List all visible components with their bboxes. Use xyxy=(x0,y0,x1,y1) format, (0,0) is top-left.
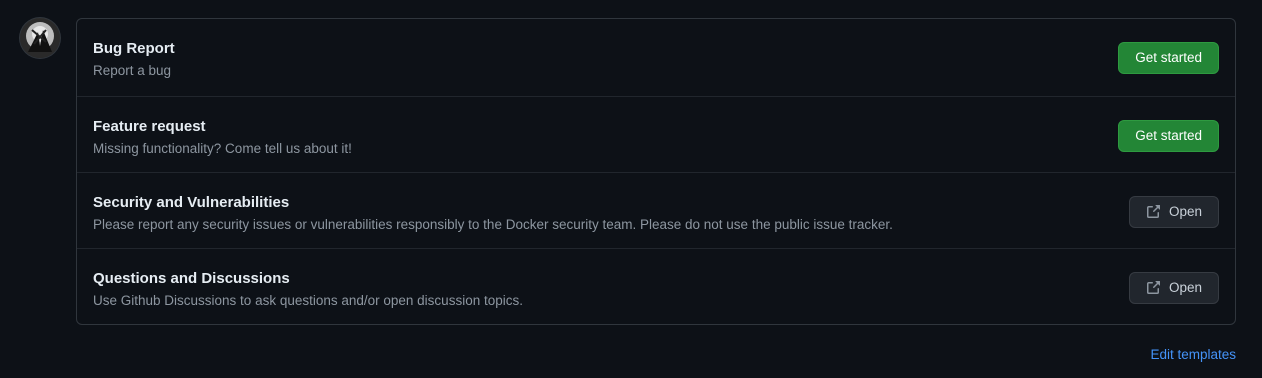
template-description: Use Github Discussions to ask questions … xyxy=(93,293,523,308)
get-started-button[interactable]: Get started xyxy=(1118,42,1219,74)
template-title: Questions and Discussions xyxy=(93,270,290,287)
open-external-button[interactable]: Open xyxy=(1128,272,1219,304)
template-row-bug-report: Bug Report Report a bug Get started xyxy=(77,19,1235,96)
template-title: Feature request xyxy=(93,118,206,135)
open-button-label: Open xyxy=(1168,204,1202,219)
link-external-icon xyxy=(1145,204,1161,220)
avatar[interactable] xyxy=(20,18,60,58)
template-row-security: Security and Vulnerabilities Please repo… xyxy=(77,172,1235,248)
open-external-button[interactable]: Open xyxy=(1128,196,1219,228)
template-description: Please report any security issues or vul… xyxy=(93,217,893,232)
open-button-label: Open xyxy=(1168,280,1202,295)
template-row-questions: Questions and Discussions Use Github Dis… xyxy=(77,248,1235,324)
template-title: Bug Report xyxy=(93,40,175,57)
template-description: Missing functionality? Come tell us abou… xyxy=(93,141,352,156)
edit-templates-link[interactable]: Edit templates xyxy=(1150,347,1236,362)
template-title: Security and Vulnerabilities xyxy=(93,194,290,211)
template-row-feature-request: Feature request Missing functionality? C… xyxy=(77,96,1235,172)
get-started-button[interactable]: Get started xyxy=(1118,120,1219,152)
template-description: Report a bug xyxy=(93,63,172,78)
issue-template-list: Bug Report Report a bug Get started Feat… xyxy=(76,18,1236,325)
link-external-icon xyxy=(1145,280,1161,296)
